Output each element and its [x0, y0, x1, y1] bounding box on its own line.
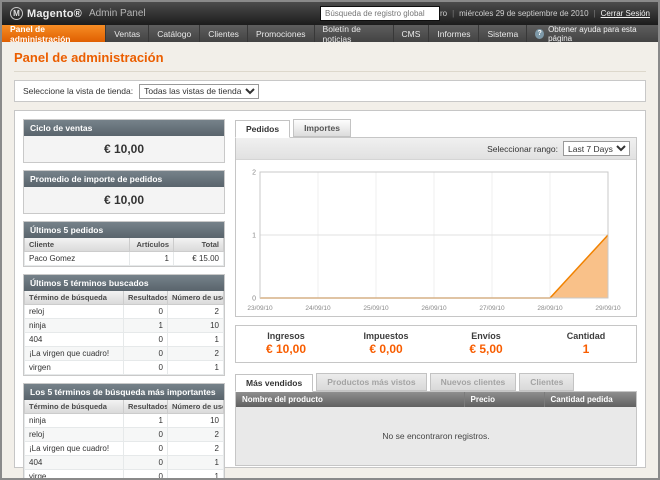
tab-productos-mas-vistos[interactable]: Productos más vistos — [316, 373, 426, 391]
table-row[interactable]: ninja 1 10 — [25, 414, 224, 428]
nav-item-dashboard[interactable]: Panel de administración — [2, 25, 106, 42]
col-header: Cliente — [25, 238, 130, 252]
average-orders-value: € 10,00 — [24, 187, 224, 213]
average-orders-title: Promedio de importe de pedidos — [24, 171, 224, 187]
col-header: Artículos — [130, 238, 174, 252]
separator: | — [594, 9, 596, 18]
table-row[interactable]: ninja 1 10 — [25, 319, 224, 333]
top-header: M Magento® Admin Panel Accedió como apar… — [2, 2, 658, 25]
svg-text:23/09/10: 23/09/10 — [247, 305, 273, 312]
svg-text:1: 1 — [252, 233, 256, 240]
svg-text:0: 0 — [252, 296, 256, 303]
help-label: Obtener ayuda para esta página — [548, 25, 650, 43]
tab-mas-vendidos[interactable]: Más vendidos — [235, 374, 313, 392]
stat-impuestos: Impuestos € 0,00 — [336, 331, 436, 356]
nav-item-catalogo[interactable]: Catálogo — [149, 25, 200, 42]
chart-tabs: Pedidos Importes — [235, 119, 637, 137]
global-search-input[interactable] — [320, 6, 440, 21]
nav-item-informes[interactable]: Informes — [429, 25, 479, 42]
brand-name: Magento® — [27, 8, 82, 20]
col-header: Resultados — [124, 400, 168, 414]
nav-item-boletin[interactable]: Boletín de noticias — [315, 25, 394, 42]
table-row[interactable]: ¡La virgen que cuadro! 0 2 — [25, 442, 224, 456]
dashboard-main: Ciclo de ventas € 10,00 Promedio de impo… — [14, 110, 646, 468]
svg-text:24/09/10: 24/09/10 — [305, 305, 331, 312]
svg-text:26/09/10: 26/09/10 — [421, 305, 447, 312]
table-row[interactable]: ¡La virgen que cuadro! 0 2 — [25, 347, 224, 361]
col-header: Resultados — [124, 291, 168, 305]
nav-item-cms[interactable]: CMS — [394, 25, 430, 42]
lifetime-sales-title: Ciclo de ventas — [24, 120, 224, 136]
dashboard-right-column: Pedidos Importes Seleccionar rango: Last… — [235, 119, 637, 459]
top-search-terms-title: Los 5 términos de búsqueda más important… — [24, 384, 224, 400]
table-row[interactable]: reloj 0 2 — [25, 428, 224, 442]
products-tabs: Más vendidos Productos más vistos Nuevos… — [235, 373, 637, 391]
range-toolbar: Seleccionar rango: Last 7 Days — [236, 138, 636, 160]
average-orders-panel: Promedio de importe de pedidos € 10,00 — [23, 170, 225, 214]
table-row[interactable]: virgen 0 1 — [25, 361, 224, 375]
header-date: miércoles 29 de septiembre de 2010 — [459, 9, 588, 18]
tab-clientes[interactable]: Clientes — [519, 373, 574, 391]
col-header-price: Precio — [464, 392, 544, 407]
lifetime-sales-panel: Ciclo de ventas € 10,00 — [23, 119, 225, 163]
content-area: Panel de administración Seleccione la vi… — [2, 42, 658, 478]
main-nav: Panel de administración Ventas Catálogo … — [2, 25, 658, 42]
stat-cantidad: Cantidad 1 — [536, 331, 636, 356]
table-row[interactable]: 404 0 1 — [25, 333, 224, 347]
stat-envios: Envíos € 5,00 — [436, 331, 536, 356]
help-link[interactable]: ? Obtener ayuda para esta página — [527, 25, 658, 42]
totals-bar: Ingresos € 10,00 Impuestos € 0,00 Envíos… — [235, 325, 637, 363]
dashboard-left-column: Ciclo de ventas € 10,00 Promedio de impo… — [23, 119, 225, 459]
store-view-label: Seleccione la vista de tienda: — [23, 86, 133, 96]
table-row[interactable]: reloj 0 2 — [25, 305, 224, 319]
range-select[interactable]: Last 7 Days — [563, 141, 630, 156]
store-view-select[interactable]: Todas las vistas de tienda — [139, 84, 259, 99]
tab-nuevos-clientes[interactable]: Nuevos clientes — [430, 373, 517, 391]
last-orders-panel: Últimos 5 pedidos Cliente Artículos Tota… — [23, 221, 225, 267]
empty-message: No se encontraron registros. — [236, 407, 636, 465]
table-row[interactable]: 404 0 1 — [25, 456, 224, 470]
nav-item-sistema[interactable]: Sistema — [479, 25, 527, 42]
page-title: Panel de administración — [14, 50, 646, 72]
col-header-qty: Cantidad pedida — [544, 392, 636, 407]
col-header: Total — [174, 238, 224, 252]
tab-importes[interactable]: Importes — [293, 119, 351, 137]
tab-pedidos[interactable]: Pedidos — [235, 120, 290, 138]
table-row[interactable]: Paco Gomez 1 € 15.00 — [25, 252, 224, 266]
col-header: Término de búsqueda — [25, 291, 124, 305]
range-label: Seleccionar rango: — [487, 144, 558, 154]
svg-text:2: 2 — [252, 170, 256, 177]
store-view-switcher: Seleccione la vista de tienda: Todas las… — [14, 80, 646, 102]
last-orders-title: Últimos 5 pedidos — [24, 222, 224, 238]
last-search-terms-panel: Últimos 5 términos buscados Término de b… — [23, 274, 225, 376]
orders-chart-box: Seleccionar rango: Last 7 Days 0 1 2 23/09/… — [235, 137, 637, 317]
table-row[interactable]: virge 0 1 — [25, 470, 224, 480]
svg-text:25/09/10: 25/09/10 — [363, 305, 389, 312]
top-search-terms-panel: Los 5 términos de búsqueda más important… — [23, 383, 225, 480]
nav-item-promociones[interactable]: Promociones — [248, 25, 315, 42]
col-header: Número de usos — [168, 291, 224, 305]
orders-chart: 0 1 2 23/09/10 24/09/10 25/09/10 26/09/10 27/09… — [240, 164, 622, 314]
brand-suffix: Admin Panel — [89, 8, 146, 19]
svg-text:29/09/10: 29/09/10 — [595, 305, 621, 312]
products-table: Nombre del producto Precio Cantidad pedi… — [235, 391, 637, 466]
last-search-terms-title: Últimos 5 términos buscados — [24, 275, 224, 291]
svg-text:28/09/10: 28/09/10 — [537, 305, 563, 312]
nav-item-ventas[interactable]: Ventas — [106, 25, 149, 42]
nav-item-clientes[interactable]: Clientes — [200, 25, 248, 42]
orders-chart-area: 0 1 2 23/09/10 24/09/10 25/09/10 26/09/10 27/09… — [236, 160, 636, 316]
magento-admin-window: M Magento® Admin Panel Accedió como apar… — [0, 0, 660, 480]
svg-text:27/09/10: 27/09/10 — [479, 305, 505, 312]
stat-ingresos: Ingresos € 10,00 — [236, 331, 336, 356]
col-header-product: Nombre del producto — [236, 392, 464, 407]
col-header: Término de búsqueda — [25, 400, 124, 414]
magento-logo-icon: M — [10, 7, 23, 20]
logout-link[interactable]: Cerrar Sesión — [601, 9, 650, 18]
magento-logo: M Magento® Admin Panel — [10, 7, 146, 20]
lifetime-sales-value: € 10,00 — [24, 136, 224, 162]
separator: | — [452, 9, 454, 18]
help-icon: ? — [535, 29, 544, 39]
col-header: Número de usos — [168, 400, 224, 414]
